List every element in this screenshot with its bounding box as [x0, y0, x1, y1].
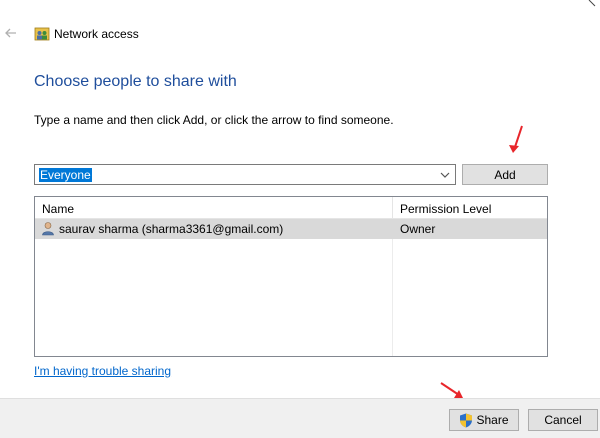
- name-combo-box[interactable]: Everyone: [34, 164, 456, 185]
- share-button-label: Share: [476, 413, 509, 427]
- row-user-name: saurav sharma (sharma3361@gmail.com): [59, 222, 284, 236]
- list-header: Name Permission Level: [35, 197, 547, 219]
- add-button[interactable]: Add: [462, 164, 548, 185]
- share-button[interactable]: Share: [449, 409, 519, 431]
- sharing-list[interactable]: Name Permission Level saurav sharma (sha…: [34, 196, 548, 357]
- uac-shield-icon: [460, 413, 473, 427]
- column-separator-line: [392, 219, 393, 356]
- instruction-text: Type a name and then click Add, or click…: [34, 113, 394, 127]
- annotation-arrow-icon: [509, 125, 523, 153]
- cancel-button[interactable]: Cancel: [528, 409, 598, 431]
- network-users-icon: [34, 27, 50, 41]
- column-header-permission[interactable]: Permission Level: [400, 202, 491, 216]
- annotation-arrow-icon: [440, 382, 463, 398]
- row-permission-level[interactable]: Owner: [400, 222, 435, 236]
- chevron-down-icon[interactable]: [439, 169, 451, 181]
- back-arrow-icon[interactable]: [3, 25, 19, 41]
- page-heading: Choose people to share with: [34, 73, 237, 90]
- window-title: Network access: [54, 27, 139, 41]
- column-divider[interactable]: [392, 197, 393, 219]
- column-header-name[interactable]: Name: [42, 202, 74, 216]
- user-icon: [42, 222, 54, 236]
- combo-selected-value[interactable]: Everyone: [39, 168, 92, 182]
- close-icon[interactable]: [586, 0, 600, 10]
- trouble-sharing-link[interactable]: I'm having trouble sharing: [34, 364, 171, 378]
- list-row[interactable]: saurav sharma (sharma3361@gmail.com) Own…: [35, 219, 547, 239]
